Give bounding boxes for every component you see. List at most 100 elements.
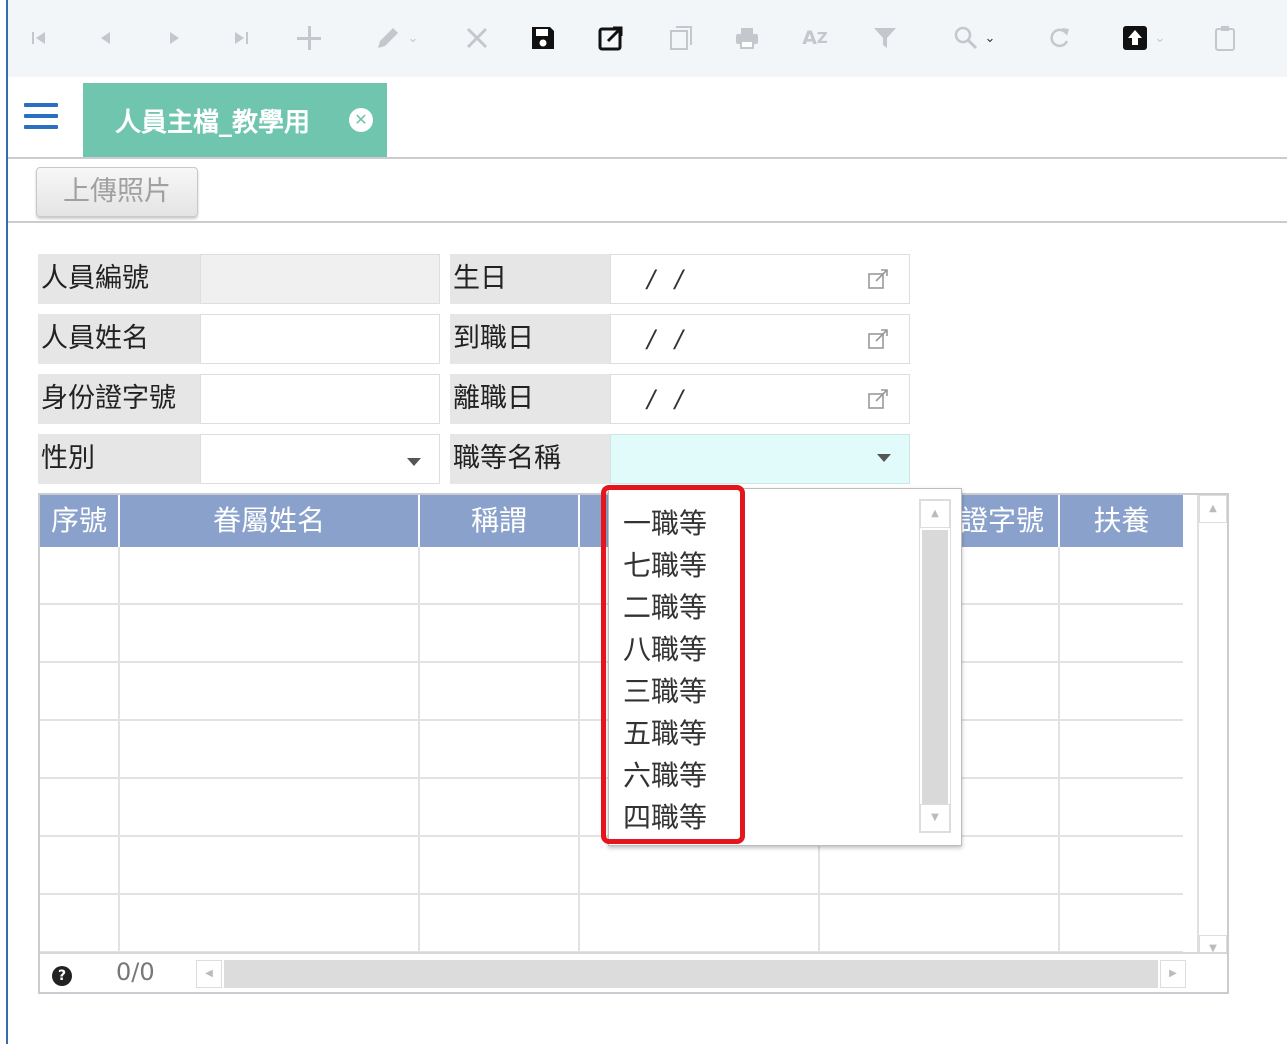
delete-icon[interactable] <box>460 20 494 56</box>
sort-icon[interactable]: AZ <box>798 20 832 56</box>
scroll-up-icon[interactable]: ▲ <box>920 500 950 528</box>
filter-icon[interactable] <box>868 20 902 56</box>
scroll-up-icon[interactable]: ▲ <box>1199 495 1227 523</box>
table-cell[interactable] <box>120 547 420 605</box>
grade-select[interactable] <box>610 434 910 484</box>
export-icon[interactable] <box>594 20 628 56</box>
refresh-icon[interactable] <box>1042 20 1076 56</box>
table-cell[interactable] <box>420 605 580 663</box>
table-cell[interactable] <box>120 663 420 721</box>
table-cell[interactable] <box>120 837 420 895</box>
table-cell[interactable] <box>1060 895 1183 953</box>
table-cell[interactable] <box>40 779 120 837</box>
column-header-seq[interactable]: 序號 <box>40 495 120 547</box>
dropdown-option[interactable]: 一職等 <box>623 503 707 545</box>
table-cell[interactable] <box>120 779 420 837</box>
table-cell[interactable] <box>420 779 580 837</box>
table-cell[interactable] <box>40 895 120 953</box>
dropdown-scrollbar[interactable]: ▲ ▼ <box>919 499 951 833</box>
dropdown-option[interactable]: 八職等 <box>623 629 707 671</box>
dropdown-option[interactable]: 六職等 <box>623 755 707 797</box>
table-cell[interactable] <box>580 895 820 953</box>
table-cell[interactable] <box>1060 663 1183 721</box>
leave-date-field[interactable]: / / <box>610 374 910 424</box>
table-cell[interactable] <box>40 837 120 895</box>
open-calendar-icon[interactable] <box>867 268 889 290</box>
copy-icon[interactable] <box>664 20 698 56</box>
table-cell[interactable] <box>1060 605 1183 663</box>
clipboard-icon[interactable] <box>1208 20 1242 56</box>
column-header-support[interactable]: 扶養 <box>1060 495 1183 547</box>
table-cell[interactable] <box>420 721 580 779</box>
grade-dropdown-list: 一職等 七職等 二職等 八職等 三職等 五職等 六職等 四職等 ▲ ▼ <box>608 488 962 846</box>
dropdown-option[interactable]: 五職等 <box>623 713 707 755</box>
upload-photo-button[interactable]: 上傳照片 <box>36 167 198 217</box>
table-row[interactable] <box>40 895 1183 953</box>
grid-pager: ? 0/0 ◀ ▶ <box>40 952 1227 992</box>
dropdown-option[interactable]: 七職等 <box>623 545 707 587</box>
grid-vertical-scrollbar[interactable]: ▲ ▼ <box>1197 495 1227 964</box>
table-cell[interactable] <box>420 837 580 895</box>
save-icon[interactable] <box>526 20 560 56</box>
add-icon[interactable] <box>292 20 326 56</box>
print-icon[interactable] <box>730 20 764 56</box>
scroll-right-icon[interactable]: ▶ <box>1160 960 1186 988</box>
close-tab-icon[interactable]: ✕ <box>349 108 373 132</box>
open-calendar-icon[interactable] <box>867 328 889 350</box>
table-cell[interactable] <box>420 547 580 605</box>
tab-employee-master[interactable]: 人員主檔_教學用 ✕ <box>83 83 387 157</box>
scroll-down-icon[interactable]: ▼ <box>920 804 950 832</box>
tab-bar: 人員主檔_教學用 ✕ <box>8 77 1287 159</box>
grid-horizontal-scrollbar[interactable] <box>224 960 1158 988</box>
table-cell[interactable] <box>820 895 1060 953</box>
dropdown-scroll-thumb[interactable] <box>922 530 948 804</box>
table-cell[interactable] <box>120 895 420 953</box>
birthday-label: 生日 <box>450 254 610 304</box>
gender-select[interactable] <box>200 434 440 484</box>
column-header-title[interactable]: 稱謂 <box>420 495 580 547</box>
table-cell[interactable] <box>40 547 120 605</box>
dropdown-option[interactable]: 二職等 <box>623 587 707 629</box>
table-cell[interactable] <box>1060 721 1183 779</box>
record-counter: 0/0 <box>116 958 155 986</box>
dropdown-option[interactable]: 四職等 <box>623 797 707 839</box>
grade-label: 職等名稱 <box>450 434 610 484</box>
table-cell[interactable] <box>40 721 120 779</box>
edit-icon[interactable]: ⌄ <box>364 20 428 56</box>
tab-label: 人員主檔_教學用 <box>115 107 311 138</box>
emp-no-label: 人員編號 <box>38 254 200 304</box>
upload-icon[interactable]: ⌄ <box>1108 20 1178 56</box>
help-icon[interactable]: ? <box>52 966 72 986</box>
table-cell[interactable] <box>120 721 420 779</box>
table-cell[interactable] <box>120 605 420 663</box>
last-record-icon[interactable] <box>228 20 254 56</box>
table-cell[interactable] <box>420 663 580 721</box>
chevron-down-icon[interactable] <box>877 454 891 462</box>
table-cell[interactable] <box>40 605 120 663</box>
id-no-label: 身份證字號 <box>38 374 200 424</box>
next-record-icon[interactable] <box>162 20 188 56</box>
column-header-dependent-name[interactable]: 眷屬姓名 <box>120 495 420 547</box>
first-record-icon[interactable] <box>26 20 52 56</box>
hire-date-field[interactable]: / / <box>610 314 910 364</box>
chevron-down-icon[interactable] <box>407 458 421 466</box>
prev-record-icon[interactable] <box>92 20 118 56</box>
leave-date-label: 離職日 <box>450 374 610 424</box>
id-no-field[interactable] <box>200 374 440 424</box>
table-cell[interactable] <box>1060 547 1183 605</box>
table-cell[interactable] <box>420 895 580 953</box>
search-icon[interactable]: ⌄ <box>934 20 1014 56</box>
gender-label: 性別 <box>38 434 200 484</box>
table-cell[interactable] <box>1060 779 1183 837</box>
emp-no-field <box>200 254 440 304</box>
scroll-left-icon[interactable]: ◀ <box>196 960 222 988</box>
table-cell[interactable] <box>40 663 120 721</box>
birthday-field[interactable]: / / <box>610 254 910 304</box>
birthday-value: / / <box>647 265 689 293</box>
dropdown-option[interactable]: 三職等 <box>623 671 707 713</box>
emp-name-field[interactable] <box>200 314 440 364</box>
table-cell[interactable] <box>1060 837 1183 895</box>
open-calendar-icon[interactable] <box>867 388 889 410</box>
menu-icon[interactable] <box>24 103 58 131</box>
hire-date-label: 到職日 <box>450 314 610 364</box>
